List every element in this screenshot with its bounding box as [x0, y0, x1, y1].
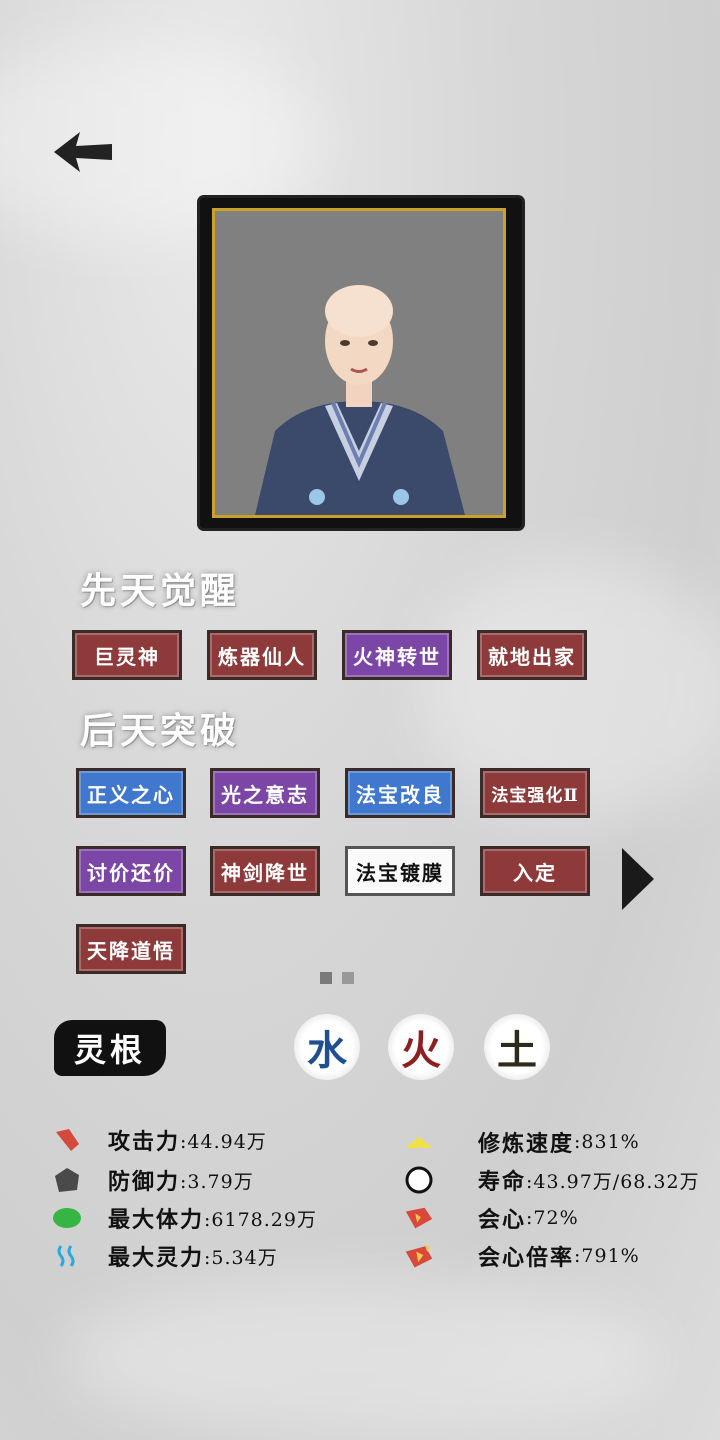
- stat-lifespan: 寿命:43.97万/68.32万: [404, 1164, 700, 1196]
- acquired-tag-8[interactable]: 入定: [480, 846, 590, 896]
- acquired-tag-6[interactable]: 神剑降世: [210, 846, 320, 896]
- acquired-tag-5[interactable]: 讨价还价: [76, 846, 186, 896]
- back-button[interactable]: [52, 128, 114, 176]
- stat-max-mana-value: :5.34万: [204, 1246, 278, 1269]
- spirit-root-label: 灵根: [54, 1020, 166, 1076]
- stat-attack-label: 攻击力: [108, 1129, 181, 1155]
- innate-tag-4[interactable]: 就地出家: [477, 630, 587, 680]
- stat-max-mana-label: 最大灵力: [108, 1245, 205, 1271]
- stat-cultivation-speed: 修炼速度:831%: [404, 1126, 640, 1158]
- innate-tag-2[interactable]: 炼器仙人: [207, 630, 317, 680]
- lifespan-icon: [404, 1165, 434, 1195]
- stat-crit-label: 会心: [478, 1207, 527, 1233]
- stat-max-health-label: 最大体力: [108, 1207, 205, 1233]
- next-page-button[interactable]: [620, 846, 656, 912]
- next-arrow-icon: [622, 848, 654, 910]
- stat-defense-label: 防御力: [108, 1169, 181, 1195]
- stat-defense: 防御力:3.79万: [52, 1164, 254, 1196]
- crit-icon: [404, 1203, 434, 1233]
- innate-awakening-title: 先天觉醒: [80, 570, 241, 612]
- crit-multiplier-icon: [404, 1241, 434, 1271]
- page-indicator: [320, 972, 354, 984]
- stat-crit-multiplier-label: 会心倍率: [478, 1245, 575, 1271]
- stat-max-health-value: :6178.29万: [204, 1208, 317, 1231]
- innate-tag-1[interactable]: 巨灵神: [72, 630, 182, 680]
- stat-cultivation-speed-value: :831%: [574, 1131, 640, 1153]
- health-icon: [52, 1203, 82, 1233]
- stat-attack-value: :44.94万: [180, 1130, 267, 1153]
- portrait-frame: [200, 198, 522, 528]
- innate-tag-3[interactable]: 火神转世: [342, 630, 452, 680]
- stat-crit-multiplier-value: :791%: [574, 1245, 640, 1267]
- stat-max-health: 最大体力:6178.29万: [52, 1202, 317, 1234]
- back-arrow-icon: [54, 132, 112, 172]
- acquired-breakthrough-title: 后天突破: [80, 710, 241, 752]
- character-portrait: [212, 208, 506, 518]
- stat-crit-multiplier: 会心倍率:791%: [404, 1240, 640, 1272]
- attack-icon: [52, 1125, 82, 1155]
- page-dot-1[interactable]: [320, 972, 332, 984]
- character-figure-icon: [255, 285, 465, 515]
- speed-icon: [404, 1127, 434, 1157]
- element-earth: 土: [484, 1014, 550, 1080]
- defense-icon: [52, 1165, 82, 1195]
- acquired-tag-3[interactable]: 法宝改良: [345, 768, 455, 818]
- stat-lifespan-value: :43.97万/68.32万: [526, 1170, 700, 1193]
- stat-defense-value: :3.79万: [180, 1170, 254, 1193]
- acquired-tag-7[interactable]: 法宝镀膜: [345, 846, 455, 896]
- acquired-tag-1[interactable]: 正义之心: [76, 768, 186, 818]
- stat-crit: 会心:72%: [404, 1202, 579, 1234]
- stat-crit-value: :72%: [526, 1207, 579, 1229]
- stat-lifespan-label: 寿命: [478, 1169, 527, 1195]
- acquired-tag-9[interactable]: 天降道悟: [76, 924, 186, 974]
- mana-icon: [52, 1241, 82, 1271]
- element-fire: 火: [388, 1014, 454, 1080]
- stat-max-mana: 最大灵力:5.34万: [52, 1240, 278, 1272]
- stat-cultivation-speed-label: 修炼速度: [478, 1131, 575, 1157]
- stat-attack: 攻击力:44.94万: [52, 1124, 267, 1156]
- acquired-tag-2[interactable]: 光之意志: [210, 768, 320, 818]
- page-dot-2[interactable]: [342, 972, 354, 984]
- element-water: 水: [294, 1014, 360, 1080]
- acquired-tag-4[interactable]: 法宝强化Ⅱ: [480, 768, 590, 818]
